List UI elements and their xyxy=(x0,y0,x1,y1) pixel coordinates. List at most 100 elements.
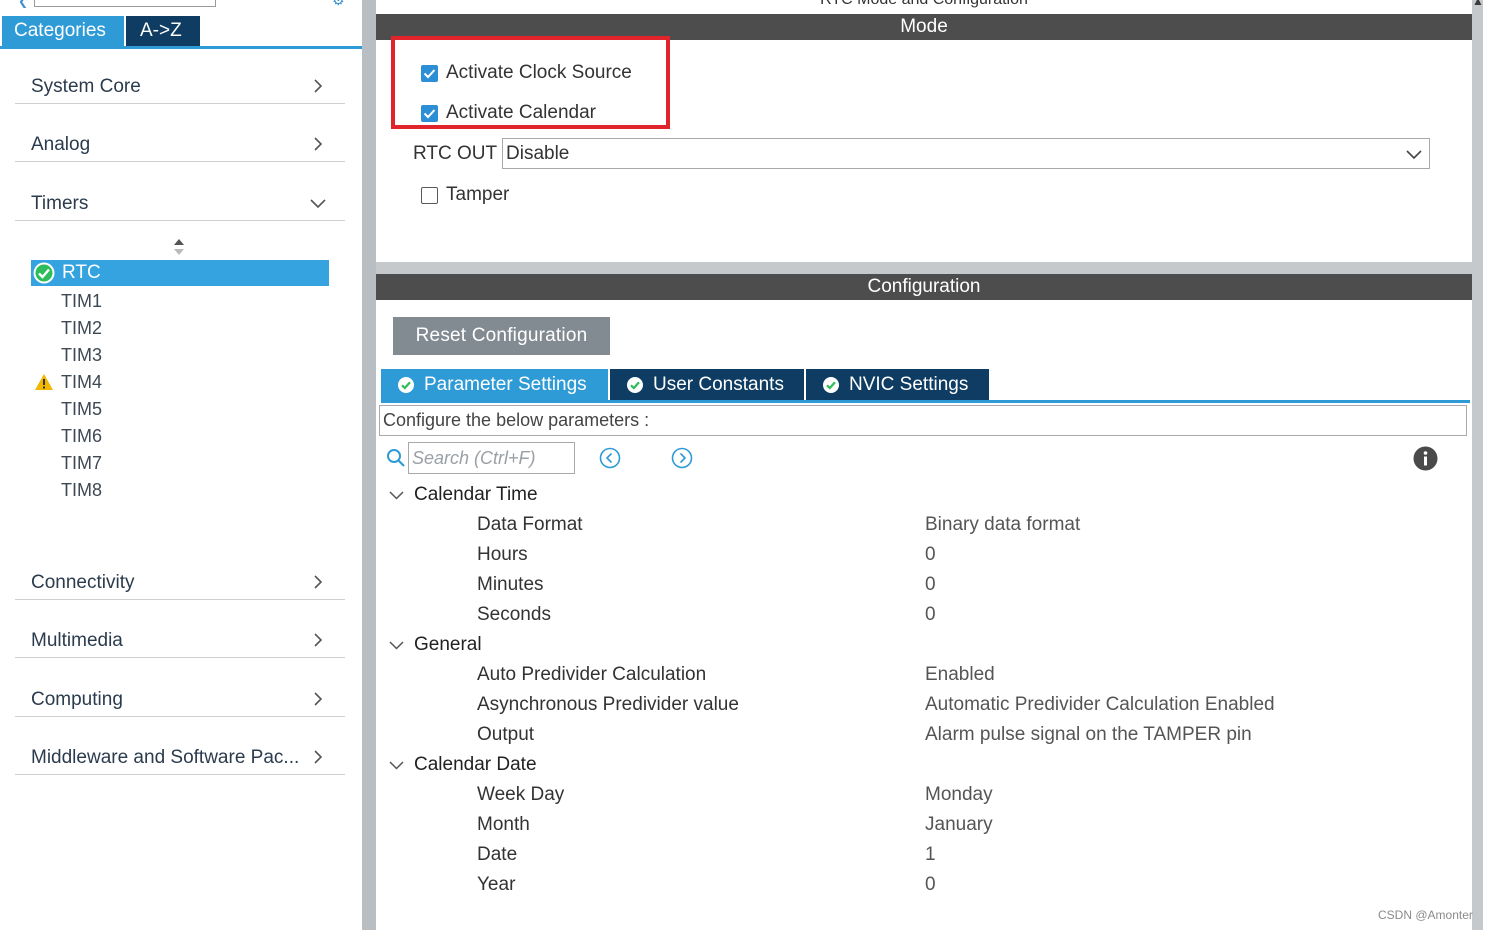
category-search-input[interactable] xyxy=(34,0,216,7)
chevron-right-icon xyxy=(314,79,323,93)
checkbox-unchecked-icon xyxy=(421,186,438,204)
configuration-description: Configure the below parameters : xyxy=(379,405,1467,436)
tab-label: NVIC Settings xyxy=(849,373,969,395)
param-name[interactable]: Minutes xyxy=(477,574,544,596)
param-name[interactable]: Week Day xyxy=(477,784,564,806)
category-label: Multimedia xyxy=(31,630,123,651)
gear-icon[interactable]: ⚙ xyxy=(332,0,345,9)
param-value[interactable]: 0 xyxy=(925,544,936,566)
back-arrow-icon[interactable]: ❮ xyxy=(18,0,28,8)
tab-user-constants[interactable]: User Constants xyxy=(610,369,804,400)
param-name[interactable]: Month xyxy=(477,814,530,836)
info-icon[interactable] xyxy=(1413,446,1438,471)
sort-arrows-icon[interactable] xyxy=(172,238,186,256)
param-value[interactable]: Monday xyxy=(925,784,993,806)
rtc-out-label: RTC OUT xyxy=(413,143,498,164)
reset-configuration-button[interactable]: Reset Configuration xyxy=(393,317,610,355)
panel-splitter[interactable] xyxy=(362,0,376,930)
param-name[interactable]: Output xyxy=(477,724,534,746)
category-label: Analog xyxy=(31,134,91,155)
param-name[interactable]: Hours xyxy=(477,544,528,566)
group-general[interactable]: General xyxy=(388,632,482,658)
previous-match-icon[interactable] xyxy=(599,447,621,469)
next-match-icon[interactable] xyxy=(671,447,693,469)
group-label: Calendar Date xyxy=(414,754,537,775)
timer-item-tim6[interactable]: TIM6 xyxy=(61,426,102,447)
configuration-tabs: Parameter Settings User Constants NVIC S… xyxy=(381,369,991,400)
param-name[interactable]: Seconds xyxy=(477,604,551,626)
category-label: Middleware and Software Pac... xyxy=(31,747,300,768)
param-value[interactable]: 0 xyxy=(925,574,936,596)
param-value[interactable]: 1 xyxy=(925,844,936,866)
check-circle-icon xyxy=(398,376,414,393)
check-circle-icon xyxy=(823,376,839,393)
warning-icon xyxy=(35,374,53,390)
param-value[interactable]: Automatic Predivider Calculation Enabled xyxy=(925,694,1275,716)
chevron-down-icon xyxy=(310,199,326,209)
param-name[interactable]: Year xyxy=(477,874,515,896)
timer-item-tim1[interactable]: TIM1 xyxy=(61,291,102,312)
watermark: CSDN @Amonter xyxy=(1378,908,1473,922)
timer-item-tim5[interactable]: TIM5 xyxy=(61,399,102,420)
category-analog[interactable]: Analog xyxy=(15,126,345,162)
tab-categories[interactable]: Categories xyxy=(2,16,124,46)
timer-item-tim8[interactable]: TIM8 xyxy=(61,480,102,501)
configuration-header: Configuration xyxy=(376,274,1472,300)
right-panel: RTC Mode and Configuration Mode Activate… xyxy=(376,0,1472,930)
chevron-down-icon xyxy=(389,490,404,500)
param-value[interactable]: January xyxy=(925,814,993,836)
timer-item-tim2[interactable]: TIM2 xyxy=(61,318,102,339)
group-label: General xyxy=(414,634,482,655)
parameter-search-input[interactable] xyxy=(408,442,575,474)
group-calendar-date[interactable]: Calendar Date xyxy=(388,752,537,778)
group-calendar-time[interactable]: Calendar Time xyxy=(388,482,538,508)
vertical-scrollbar[interactable] xyxy=(1472,0,1483,930)
tamper-checkbox[interactable]: Tamper xyxy=(421,183,509,207)
timer-item-label: RTC xyxy=(62,262,101,283)
param-name[interactable]: Data Format xyxy=(477,514,583,536)
param-name[interactable]: Asynchronous Predivider value xyxy=(477,694,739,716)
group-label: Calendar Time xyxy=(414,484,538,505)
category-system-core[interactable]: System Core xyxy=(15,68,345,104)
check-circle-icon xyxy=(627,376,643,393)
chevron-down-icon xyxy=(389,640,404,650)
tab-parameter-settings[interactable]: Parameter Settings xyxy=(381,369,608,400)
tab-nvic-settings[interactable]: NVIC Settings xyxy=(806,369,989,400)
chevron-down-icon xyxy=(389,760,404,770)
timer-item-tim3[interactable]: TIM3 xyxy=(61,345,102,366)
chevron-right-icon xyxy=(314,137,323,151)
chevron-right-icon xyxy=(314,692,323,706)
view-tabs: Categories A->Z xyxy=(2,16,200,46)
timer-item-tim4[interactable]: TIM4 xyxy=(61,372,102,393)
tab-label: Parameter Settings xyxy=(424,373,587,395)
timer-item-tim7[interactable]: TIM7 xyxy=(61,453,102,474)
param-value[interactable]: Alarm pulse signal on the TAMPER pin xyxy=(925,724,1252,746)
param-name[interactable]: Date xyxy=(477,844,517,866)
category-computing[interactable]: Computing xyxy=(15,681,345,717)
category-connectivity[interactable]: Connectivity xyxy=(15,564,345,600)
tab-a-to-z[interactable]: A->Z xyxy=(126,16,200,46)
tab-label: User Constants xyxy=(653,373,784,395)
mode-config-title: RTC Mode and Configuration xyxy=(376,0,1472,9)
category-label: Computing xyxy=(31,689,123,710)
param-value[interactable]: Enabled xyxy=(925,664,995,686)
rtc-out-select[interactable]: Disable xyxy=(502,138,1430,169)
left-panel: ❮ ⚙ Categories A->Z System Core Analog T… xyxy=(0,0,362,930)
category-label: Timers xyxy=(31,193,89,214)
section-divider xyxy=(376,262,1472,274)
tab-underline xyxy=(0,46,362,49)
scroll-up-arrow-icon[interactable]: ▲ xyxy=(1472,0,1484,14)
category-timers[interactable]: Timers xyxy=(15,185,345,221)
chevron-right-icon xyxy=(314,750,323,764)
category-label: System Core xyxy=(31,76,141,97)
chevron-down-icon xyxy=(1406,150,1422,160)
param-value[interactable]: Binary data format xyxy=(925,514,1080,536)
param-value[interactable]: 0 xyxy=(925,874,936,896)
param-name[interactable]: Auto Predivider Calculation xyxy=(477,664,706,686)
tab-underline xyxy=(381,400,1470,403)
category-multimedia[interactable]: Multimedia xyxy=(15,622,345,658)
timer-item-rtc[interactable]: RTC xyxy=(31,260,329,286)
param-value[interactable]: 0 xyxy=(925,604,936,626)
category-middleware[interactable]: Middleware and Software Pac... xyxy=(15,739,345,775)
rtc-out-value: Disable xyxy=(506,143,570,164)
